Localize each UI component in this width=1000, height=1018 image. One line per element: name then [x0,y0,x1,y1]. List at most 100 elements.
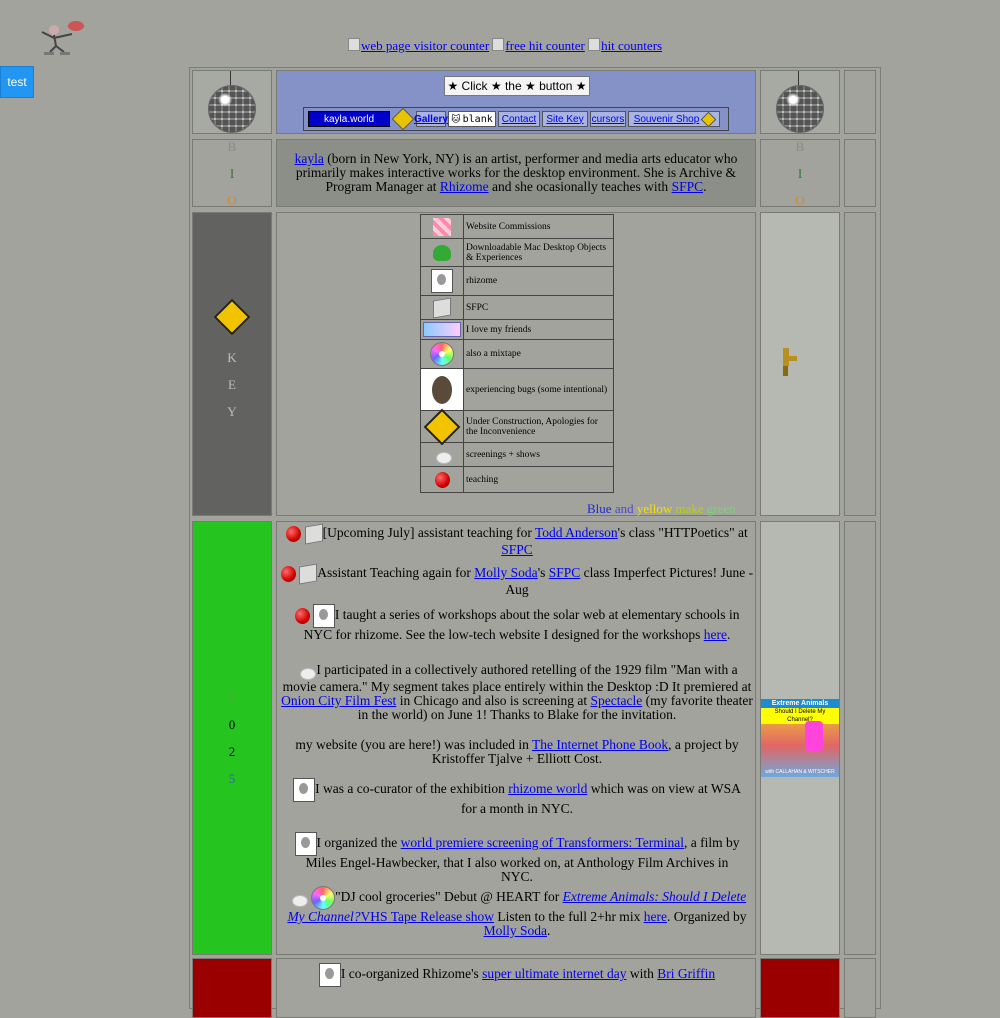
molly-soda-link[interactable]: Molly Soda [484,923,547,938]
click-the-button[interactable]: ★ Click ★ the ★ button ★ [444,76,590,96]
nav-contact[interactable]: Contact [498,111,540,127]
dice-icon [433,296,451,319]
face-icon [318,963,341,987]
disco-ball-icon [208,85,256,133]
news-item: I was a co-curator of the exhibition rhi… [291,778,743,816]
news-item: Assistant Teaching again for Molly Soda'… [279,563,755,597]
bio-text: kayla (born in New York, NY) is an artis… [294,151,738,194]
apple-icon [280,566,296,582]
news-item: [Upcoming July] assistant teaching for T… [279,523,755,557]
key-row: screenings + shows [420,442,614,467]
nav-blank[interactable]: 🐱 blank [448,111,496,127]
main-table: ★ Click ★ the ★ button ★ kayla.world Gal… [189,67,881,1018]
banner-figure [805,721,823,751]
internet-phone-book-link[interactable]: The Internet Phone Book [532,737,668,752]
year-side-right: Extreme Animals Should I Delete My Chann… [760,521,840,955]
cd-icon [311,886,336,910]
todd-anderson-link[interactable]: Todd Anderson [535,525,618,540]
super-ultimate-internet-day-link[interactable]: super ultimate internet day [482,966,626,981]
news-cell: [Upcoming July] assistant teaching for T… [276,521,756,955]
construction-sign-icon [701,111,717,127]
key-row: rhizome [420,266,614,296]
edge-cell [844,958,876,1018]
dice-icon [299,563,318,585]
apple-icon [286,526,302,542]
sfpc-link[interactable]: SFPC [672,179,704,194]
bio-side-right: B I O [760,139,840,208]
site-key-table: Website Commissions Downloadable Mac Des… [420,214,614,493]
news-item: I taught a series of workshops about the… [281,604,753,642]
disco-ball-icon [776,85,824,133]
rhizome-link[interactable]: Rhizome [440,179,489,194]
key-row: experiencing bugs (some intentional) [420,368,614,411]
apple-icon [294,608,310,624]
face-icon [293,778,316,802]
news-cell-2024: I co-organized Rhizome's super ultimate … [276,958,756,1018]
key-cell: Website Commissions Downloadable Mac Des… [276,212,756,516]
construction-sign-icon [213,298,251,335]
face-icon [312,604,335,628]
red-side-left [192,958,272,1018]
key-row: SFPC [420,295,614,320]
extreme-animals-banner[interactable]: Extreme Animals Should I Delete My Chann… [761,699,839,777]
key-row: also a mixtape [420,339,614,369]
key-side-left: K E Y [192,212,272,516]
broken-image-icon [588,38,601,51]
color-caption: Blue and yellow make green [587,501,736,516]
news-item: I participated in a collectively authore… [281,662,753,722]
bri-griffin-link[interactable]: Bri Griffin [657,966,715,981]
sfpc-link[interactable]: SFPC [501,542,533,557]
face-icon [294,832,317,856]
nav-souvenir-shop[interactable]: Souvenir Shop [628,111,720,127]
cat-icon [432,446,452,464]
bio-side-left: B I O [192,139,272,208]
pink-tile-icon [433,217,451,236]
molly-soda-link[interactable]: Molly Soda [474,565,537,580]
key-side-right [760,212,840,516]
header-cell: ★ Click ★ the ★ button ★ kayla.world Gal… [276,70,756,134]
spectacle-link[interactable]: Spectacle [591,693,643,708]
disco-ball-cell-left [192,70,272,134]
dice-icon [304,523,323,545]
key-row: Website Commissions [420,214,614,239]
frog-icon [433,244,451,261]
cd-icon [430,342,454,366]
cat-icon [296,662,317,680]
visitor-counter-link[interactable]: web page visitor counter [348,38,489,53]
news-item: my website (you are here!) was included … [295,737,739,766]
hit-counters-link[interactable]: hit counters [588,38,662,53]
red-side-right [760,958,840,1018]
hit-counter-links: web page visitor counter free hit counte… [348,38,662,54]
friend-badge-icon [423,322,461,337]
sfpc-link[interactable]: SFPC [549,565,581,580]
nav-gallery[interactable]: Gallery [414,111,448,127]
rhizome-world-link[interactable]: rhizome world [508,781,587,796]
cat-face-icon: 🐱 [451,113,461,124]
news-item: "DJ cool groceries" Debut @ HEART for Ex… [281,886,753,938]
nav-site-key[interactable]: Site Key [542,111,588,127]
key-row: I love my friends [420,319,614,340]
construction-sign-icon [423,408,461,445]
year-side-left: 2 0 2 5 [192,521,272,955]
edge-cell [844,212,876,516]
nav-cursors[interactable]: cursors [590,111,626,127]
bio-cell: kayla (born in New York, NY) is an artis… [276,139,756,207]
news-item: I organized the world premiere screening… [291,832,743,884]
onion-city-link[interactable]: Onion City Film Fest [281,693,396,708]
free-hit-counter-link[interactable]: free hit counter [492,38,585,53]
key-row: Under Construction, Apologies for the In… [420,408,614,445]
mix-here-link[interactable]: here [644,909,667,924]
edge-cell [844,521,876,955]
kayla-link[interactable]: kayla [295,151,324,166]
apple-icon [434,471,450,488]
disco-ball-cell-right [760,70,840,134]
edge-cell [844,139,876,207]
broken-image-icon [348,38,360,51]
faucet-icon [783,348,797,376]
workshop-site-link[interactable]: here [704,627,727,642]
transformers-screening-link[interactable]: world premiere screening of Transformers… [401,835,684,850]
test-button[interactable]: test [0,66,34,98]
construction-sign-icon [391,107,415,131]
nav-kayla-world[interactable]: kayla.world [308,111,390,127]
bug-icon [432,375,452,404]
